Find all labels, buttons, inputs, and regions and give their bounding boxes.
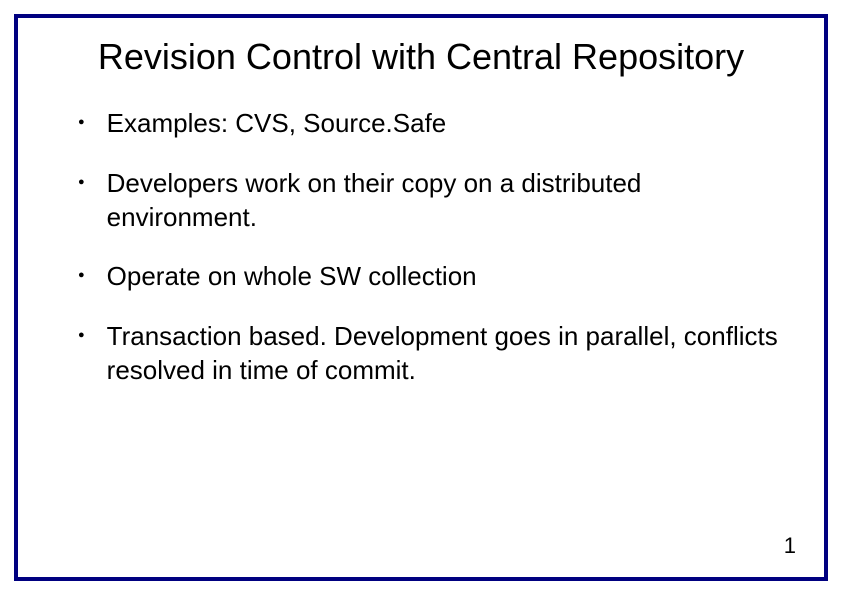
slide-border: Revision Control with Central Repository… bbox=[14, 14, 828, 581]
bullet-text: Operate on whole SW collection bbox=[107, 260, 477, 294]
list-item: ● Transaction based. Development goes in… bbox=[78, 320, 794, 388]
list-item: ● Developers work on their copy on a dis… bbox=[78, 167, 794, 235]
bullet-list: ● Examples: CVS, Source.Safe ● Developer… bbox=[48, 107, 794, 388]
bullet-icon: ● bbox=[78, 330, 85, 341]
slide-title: Revision Control with Central Repository bbox=[48, 34, 794, 79]
list-item: ● Operate on whole SW collection bbox=[78, 260, 794, 294]
list-item: ● Examples: CVS, Source.Safe bbox=[78, 107, 794, 141]
bullet-text: Developers work on their copy on a distr… bbox=[107, 167, 794, 235]
page-number: 1 bbox=[784, 533, 796, 559]
bullet-icon: ● bbox=[78, 177, 85, 188]
bullet-text: Transaction based. Development goes in p… bbox=[107, 320, 794, 388]
bullet-icon: ● bbox=[78, 117, 85, 128]
slide-container: Revision Control with Central Repository… bbox=[0, 0, 842, 595]
bullet-icon: ● bbox=[78, 270, 85, 281]
bullet-text: Examples: CVS, Source.Safe bbox=[107, 107, 447, 141]
